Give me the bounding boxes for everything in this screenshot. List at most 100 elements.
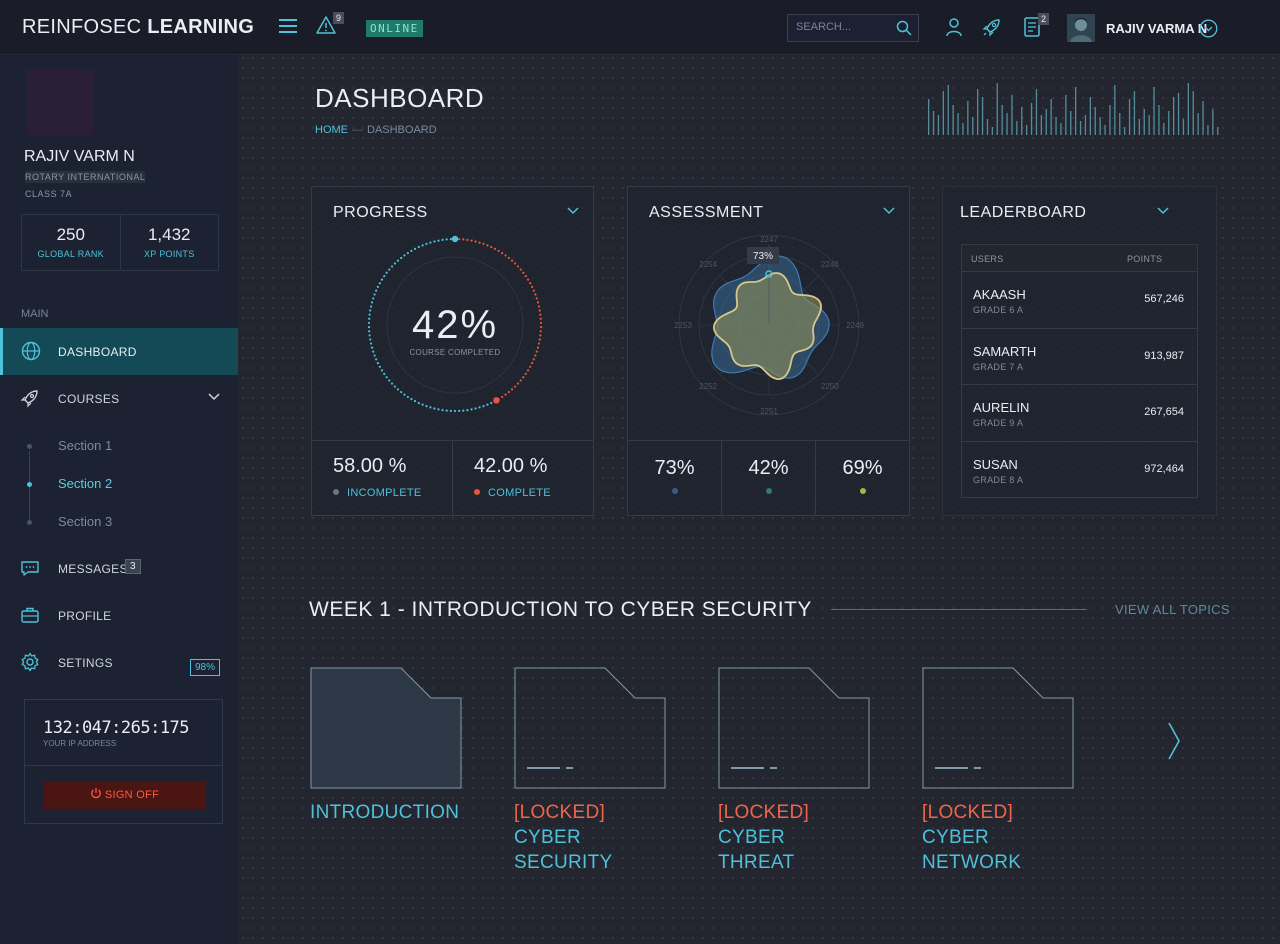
- decorative-bar: [996, 83, 998, 135]
- metric-dot: [765, 488, 772, 494]
- status-badge: ONLINE: [366, 20, 423, 37]
- ip-panel: 132:047:265:175 YOUR IP ADDRESS SIGN OFF: [24, 699, 223, 824]
- topic-card-cyber-security[interactable]: [LOCKED] CYBER SECURITY: [514, 667, 666, 875]
- section-tree-line: [29, 451, 30, 523]
- progress-ring-complete-dot: [516, 265, 520, 268]
- profile-image[interactable]: [27, 69, 93, 135]
- decorative-bar: [1192, 91, 1194, 135]
- decorative-bar: [986, 119, 989, 135]
- folder-icon: [514, 667, 666, 789]
- progress-ring-incomplete-dot: [383, 275, 386, 278]
- topic-card-cyber-threat[interactable]: [LOCKED] CYBER THREAT: [718, 667, 870, 875]
- progress-ring-complete-dot: [493, 247, 497, 250]
- progress-ring-incomplete-dot: [373, 293, 376, 296]
- progress-ring-incomplete-dot: [388, 268, 391, 271]
- breadcrumb-current: DASHBOARD: [367, 124, 437, 136]
- search-icon[interactable]: [895, 19, 913, 37]
- progress-ring-complete-dot: [507, 256, 510, 260]
- stat-label: INCOMPLETE: [333, 487, 422, 499]
- progress-ring-complete-dot: [522, 376, 525, 379]
- sign-off-button[interactable]: SIGN OFF: [44, 782, 205, 809]
- week-title: WEEK 1 - INTRODUCTION TO CYBER SECURITY: [309, 598, 812, 621]
- user-grade: GRADE 9 A: [973, 418, 1024, 428]
- user-grade: GRADE 6 A: [973, 305, 1024, 315]
- locked-label: [LOCKED]: [514, 802, 606, 823]
- progress-ring-incomplete-dot: [417, 401, 420, 405]
- course-section-2[interactable]: Section 2: [58, 476, 112, 491]
- notes-button[interactable]: 2: [1024, 13, 1050, 42]
- menu-icon[interactable]: [279, 19, 297, 33]
- rocket-icon[interactable]: [982, 17, 1002, 37]
- leaderboard-card: LEADERBOARD USERS POINTS AKAASH GRADE 6 A…: [942, 186, 1217, 516]
- progress-ring-incomplete-dot: [400, 256, 403, 260]
- avatar[interactable]: [1067, 14, 1095, 42]
- alert-button[interactable]: 9: [316, 12, 345, 40]
- sidebar-item-settings[interactable]: SETINGS: [0, 639, 238, 686]
- top-bar: REINFOSEC LEARNING 9 ONLINE 2 RAJIV VARM…: [0, 0, 1280, 53]
- progress-ring-incomplete-dot: [425, 242, 428, 245]
- progress-ring-complete-dot: [532, 289, 535, 292]
- radar-axis-label: 2249: [846, 321, 864, 330]
- progress-ring-incomplete-dot: [453, 409, 457, 413]
- progress-card: PROGRESS 42% COURSE COMPLETED 58.00 % IN…: [311, 186, 594, 516]
- course-section-3[interactable]: Section 3: [58, 514, 112, 529]
- username[interactable]: RAJIV VARMA N: [1106, 21, 1207, 36]
- globe-icon: [21, 341, 41, 361]
- progress-ring-incomplete-dot: [441, 238, 444, 242]
- sidebar-item-courses[interactable]: COURSES: [0, 375, 238, 422]
- power-icon: [91, 788, 101, 799]
- progress-ring-complete-dot: [470, 239, 473, 242]
- decorative-bar: [1207, 125, 1209, 135]
- sidebar-item-profile[interactable]: PROFILE: [0, 592, 238, 639]
- sidebar-item-messages[interactable]: MESSAGES: [0, 545, 238, 592]
- progress-ring-incomplete-dot: [445, 409, 448, 412]
- chevron-down-icon[interactable]: [1199, 19, 1218, 38]
- progress-ring-incomplete-dot: [410, 249, 413, 252]
- progress-ring-incomplete-dot: [429, 406, 432, 409]
- card-title: PROGRESS: [333, 204, 428, 221]
- decorative-bar: [1045, 109, 1047, 135]
- decorative-bar: [1177, 93, 1180, 135]
- assessment-radar-chart: 2247 2248 2249 2250 2251 2252 2253 2254 73%: [674, 234, 864, 416]
- table-row[interactable]: AKAASH GRADE 6 A 567,246: [962, 272, 1197, 329]
- progress-ring-incomplete-dot: [403, 254, 406, 257]
- user-icon[interactable]: [945, 17, 963, 37]
- brand-logo[interactable]: REINFOSEC LEARNING: [22, 16, 254, 39]
- decorative-bar: [1128, 99, 1131, 135]
- table-row[interactable]: SUSAN GRADE 8 A 972,464: [962, 442, 1197, 499]
- decorative-bar: [1212, 109, 1214, 135]
- assessment-card: ASSESSMENT 2247 2248 2249 2250 2251 2252 2253 2…: [627, 186, 910, 516]
- avatar-image: [1067, 14, 1095, 42]
- user-points: 267,654: [1144, 406, 1184, 418]
- chevron-down-icon[interactable]: [883, 207, 895, 215]
- card-title: LEADERBOARD: [960, 204, 1087, 221]
- messages-count-badge: 3: [125, 559, 141, 574]
- chevron-down-icon[interactable]: [1157, 207, 1169, 215]
- progress-ring-incomplete-dot: [393, 262, 397, 265]
- chevron-right-icon[interactable]: [1167, 721, 1181, 761]
- sidebar-item-dashboard[interactable]: DASHBOARD: [0, 328, 238, 375]
- course-section-1[interactable]: Section 1: [58, 438, 112, 453]
- topic-card-cyber-network[interactable]: [LOCKED] CYBER NETWORK: [922, 667, 1074, 875]
- progress-ring-incomplete-dot: [375, 358, 378, 361]
- table-row[interactable]: SAMARTH GRADE 7 A 913,987: [962, 329, 1197, 385]
- brand-bold: LEARNING: [147, 16, 255, 38]
- table-row[interactable]: AURELIN GRADE 9 A 267,654: [962, 385, 1197, 442]
- decorative-bar: [957, 113, 959, 135]
- topic-title-text: SECURITY: [514, 852, 613, 873]
- topic-card-introduction[interactable]: INTRODUCTION: [310, 667, 462, 825]
- stat-label: GLOBAL RANK: [37, 249, 104, 259]
- divider: [25, 765, 222, 766]
- radar-axis-label: 2247: [760, 235, 778, 244]
- progress-ring-incomplete-dot: [490, 401, 493, 405]
- search-input[interactable]: [796, 21, 896, 33]
- view-all-topics-link[interactable]: VIEW ALL TOPICS: [1115, 602, 1230, 617]
- chevron-down-icon[interactable]: [567, 207, 579, 215]
- breadcrumb-home[interactable]: HOME: [315, 124, 348, 136]
- decorative-bar: [1133, 91, 1136, 135]
- progress-ring-complete-dot: [497, 249, 500, 252]
- progress-ring-incomplete-dot: [466, 408, 469, 412]
- breadcrumb: HOME — DASHBOARD: [315, 124, 437, 136]
- progress-ring-incomplete-dot: [421, 244, 424, 247]
- decorative-bar: [1158, 105, 1160, 135]
